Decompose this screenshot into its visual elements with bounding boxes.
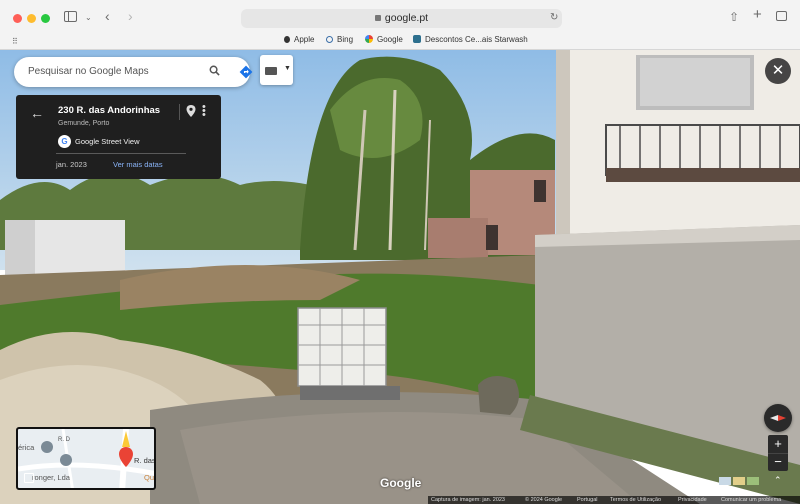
chevron-down-icon[interactable]: ⌄ [85,11,92,25]
capture-info: Captura de imagem: jan. 2023 [431,497,505,503]
lock-icon [374,15,381,21]
street-view-info-card: ← 230 R. das Andorinhas • • • Gemunde, Por… [16,95,221,179]
compass-icon [770,415,786,421]
search-input[interactable]: Pesquisar no Google Maps [28,66,149,77]
terms-link[interactable]: Termos de Utilização [610,497,661,503]
close-icon: ✕ [771,62,785,79]
share-icon[interactable]: ⇧ [729,10,739,24]
region-link[interactable]: Portugal [577,497,598,503]
sidebar-toggle-icon[interactable] [64,11,77,22]
mini-map-label: Qu [144,473,155,482]
source-label: Google Street View [75,137,140,146]
bookmark-bing[interactable]: Bing [326,35,353,44]
divider [179,104,180,120]
mini-map-label: ronger, Lda [32,473,70,482]
capture-date: jan. 2023 [56,160,87,169]
bookmarks-bar: ⠿ Apple Bing Google Descontos Ce...ais S… [0,34,800,48]
address-title: 230 R. das Andorinhas [58,105,161,116]
tab-overview-icon[interactable] [776,11,787,21]
back-icon[interactable]: ‹ [105,9,110,23]
bing-search-icon [326,36,333,43]
google-icon [365,35,373,43]
starwash-icon [413,35,421,43]
locality-text: Gemunde, Porto [58,120,110,127]
copyright-text: © 2024 Google [525,497,563,503]
privacy-link[interactable]: Privacidade [678,497,707,503]
search-box[interactable]: Pesquisar no Google Maps [14,57,253,87]
bookmark-google[interactable]: Google [365,35,403,44]
browser-toolbar: ⌄ ‹ › google.pt ↻ ⇧ + ⠿ Apple Bing Googl… [0,0,800,50]
apple-icon [284,36,290,43]
bookmark-apple[interactable]: Apple [284,35,314,44]
more-options-icon[interactable]: • • • [202,102,206,121]
keyboard-icon [265,67,277,75]
google-logo-icon: G [58,135,71,148]
attribution-bar: Captura de imagem: jan. 2023 © 2024 Goog… [428,496,800,504]
address-bar[interactable]: google.pt ↻ [241,9,562,28]
close-street-view-button[interactable]: ✕ [765,58,791,84]
directions-icon[interactable] [239,65,253,79]
see-more-dates-link[interactable]: Ver mais datas [113,160,163,169]
expand-map-icon[interactable] [24,473,34,483]
zoom-window-button[interactable] [41,14,50,23]
bookmark-starwash[interactable]: Descontos Ce...ais Starwash [413,35,528,44]
compass-button[interactable] [764,404,792,432]
mini-map-label: érica [18,443,35,452]
grid-icon[interactable]: ⠿ [12,35,18,49]
mini-map[interactable]: érica R. D R. das ronger, Lda Qu [16,427,156,490]
zoom-in-button[interactable]: + [768,435,788,453]
url-text: google.pt [384,12,429,24]
mini-map-label: R. D [58,437,70,443]
keyboard-shortcuts-button[interactable]: ▼ [260,55,293,85]
report-problem-link[interactable]: Comunicar um problema [721,497,781,503]
minimize-window-button[interactable] [27,14,36,23]
imagery-thumbnails[interactable] [719,476,759,486]
zoom-controls: + − [768,435,788,471]
expand-up-icon[interactable]: ⌃ [774,475,782,486]
mini-map-label: R. das [134,456,156,465]
zoom-out-button[interactable]: − [768,453,788,471]
google-watermark: Google [380,476,422,490]
back-arrow-icon[interactable]: ← [30,105,44,121]
caret-down-icon: ▼ [284,65,291,72]
forward-icon[interactable]: › [128,9,133,23]
map-pin-icon[interactable] [186,105,196,117]
new-tab-icon[interactable]: + [753,7,762,22]
reload-icon[interactable]: ↻ [550,11,558,25]
date-timeline [56,153,186,154]
close-window-button[interactable] [13,14,22,23]
search-icon[interactable] [209,65,220,76]
